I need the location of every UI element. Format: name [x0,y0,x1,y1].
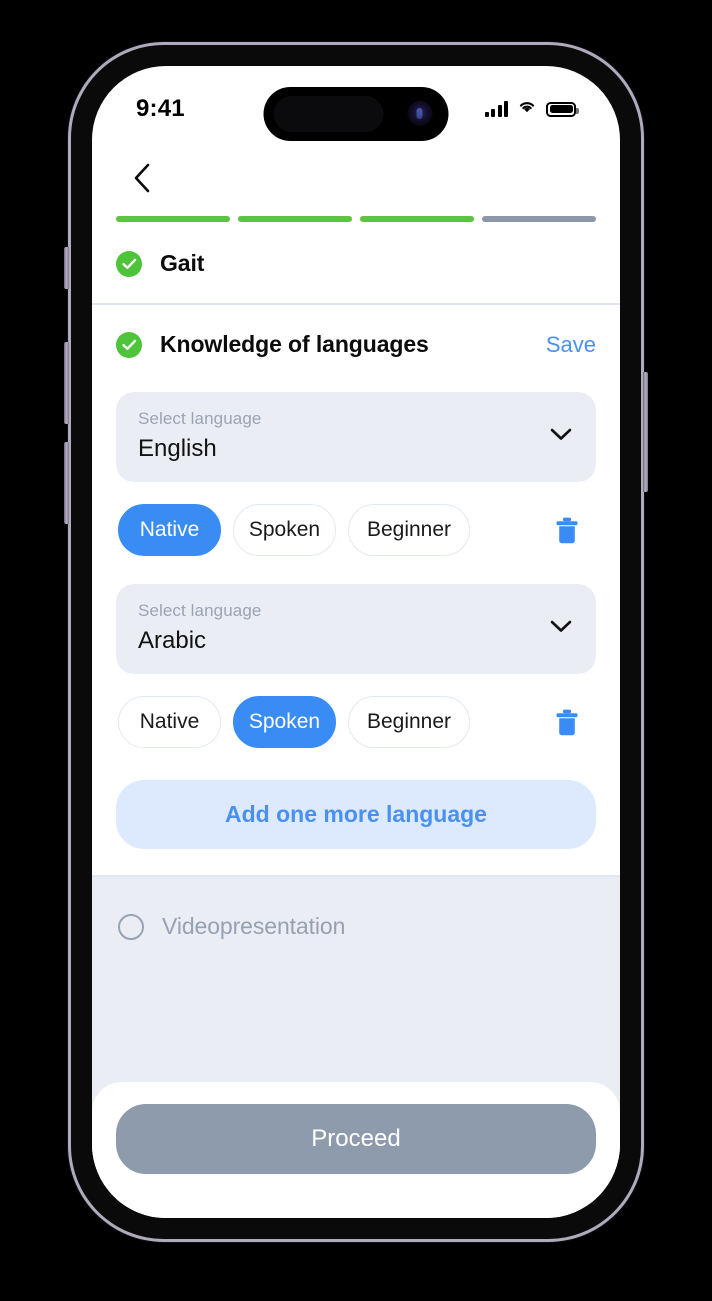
section-languages: Knowledge of languages Save Select langu… [92,305,620,876]
section-gait[interactable]: Gait [92,222,620,303]
section-gait-title: Gait [160,250,205,276]
section-videopresentation-title: Videopresentation [162,913,346,940]
screen-content: Gait Knowledge of languages Save Select … [92,142,620,1218]
level-chip-native[interactable]: Native [118,696,221,749]
trash-icon [556,517,578,543]
language-select-label: Select language [138,409,262,428]
check-circle-icon [116,250,142,277]
language-select-1[interactable]: Select language English [116,392,596,483]
phone-screen: 9:41 Gait Knowledge of languages Save Se… [92,66,620,1218]
front-camera-icon [407,101,433,126]
chevron-down-icon [550,428,572,446]
trash-icon [556,709,578,735]
chevron-left-icon [134,163,150,193]
level-chip-beginner[interactable]: Beginner [348,696,470,749]
language-select-2[interactable]: Select language Arabic [116,584,596,675]
language-select-value: Arabic [138,627,207,655]
section-languages-title: Knowledge of languages [160,331,429,357]
language-select-value: English [138,434,217,462]
level-chip-spoken[interactable]: Spoken [233,504,336,557]
section-videopresentation-header: Videopresentation [118,913,594,940]
level-chip-row-1: Native Spoken Beginner [116,482,596,574]
chevron-down-icon [550,620,572,638]
delete-language-button-2[interactable] [550,705,584,739]
language-select-label: Select language [138,601,262,621]
status-icons [484,99,579,119]
proceed-button[interactable]: Proceed [116,1104,596,1174]
dynamic-island [263,87,449,141]
section-languages-header: Knowledge of languages Save [116,331,596,358]
island-sensor-area [273,96,384,132]
level-chip-beginner[interactable]: Beginner [348,504,470,557]
volume-up-button[interactable] [64,342,69,424]
volume-down-button[interactable] [64,442,69,524]
back-button[interactable] [122,158,162,198]
level-chip-row-2: Native Spoken Beginner [116,674,596,766]
footer-bar: Proceed [92,1082,620,1218]
power-button[interactable] [643,372,648,492]
check-circle-icon [116,331,142,358]
signal-bars-icon [484,101,508,117]
wifi-icon [517,99,537,119]
level-chip-native[interactable]: Native [118,504,221,557]
progress-indicator [92,202,620,222]
delete-language-button-1[interactable] [550,513,584,547]
language-item: Select language English Native Spoken Be… [116,392,596,574]
language-item: Select language Arabic Native Spoken Beg… [116,584,596,766]
save-button[interactable]: Save [546,332,596,358]
nav-bar [92,142,620,202]
battery-full-icon [546,101,579,117]
add-language-button[interactable]: Add one more language [116,780,596,850]
level-chip-spoken[interactable]: Spoken [233,696,336,749]
empty-circle-icon [118,913,144,940]
action-button[interactable] [64,247,69,289]
status-time: 9:41 [136,95,185,122]
phone-frame: 9:41 Gait Knowledge of languages Save Se… [64,42,648,1242]
